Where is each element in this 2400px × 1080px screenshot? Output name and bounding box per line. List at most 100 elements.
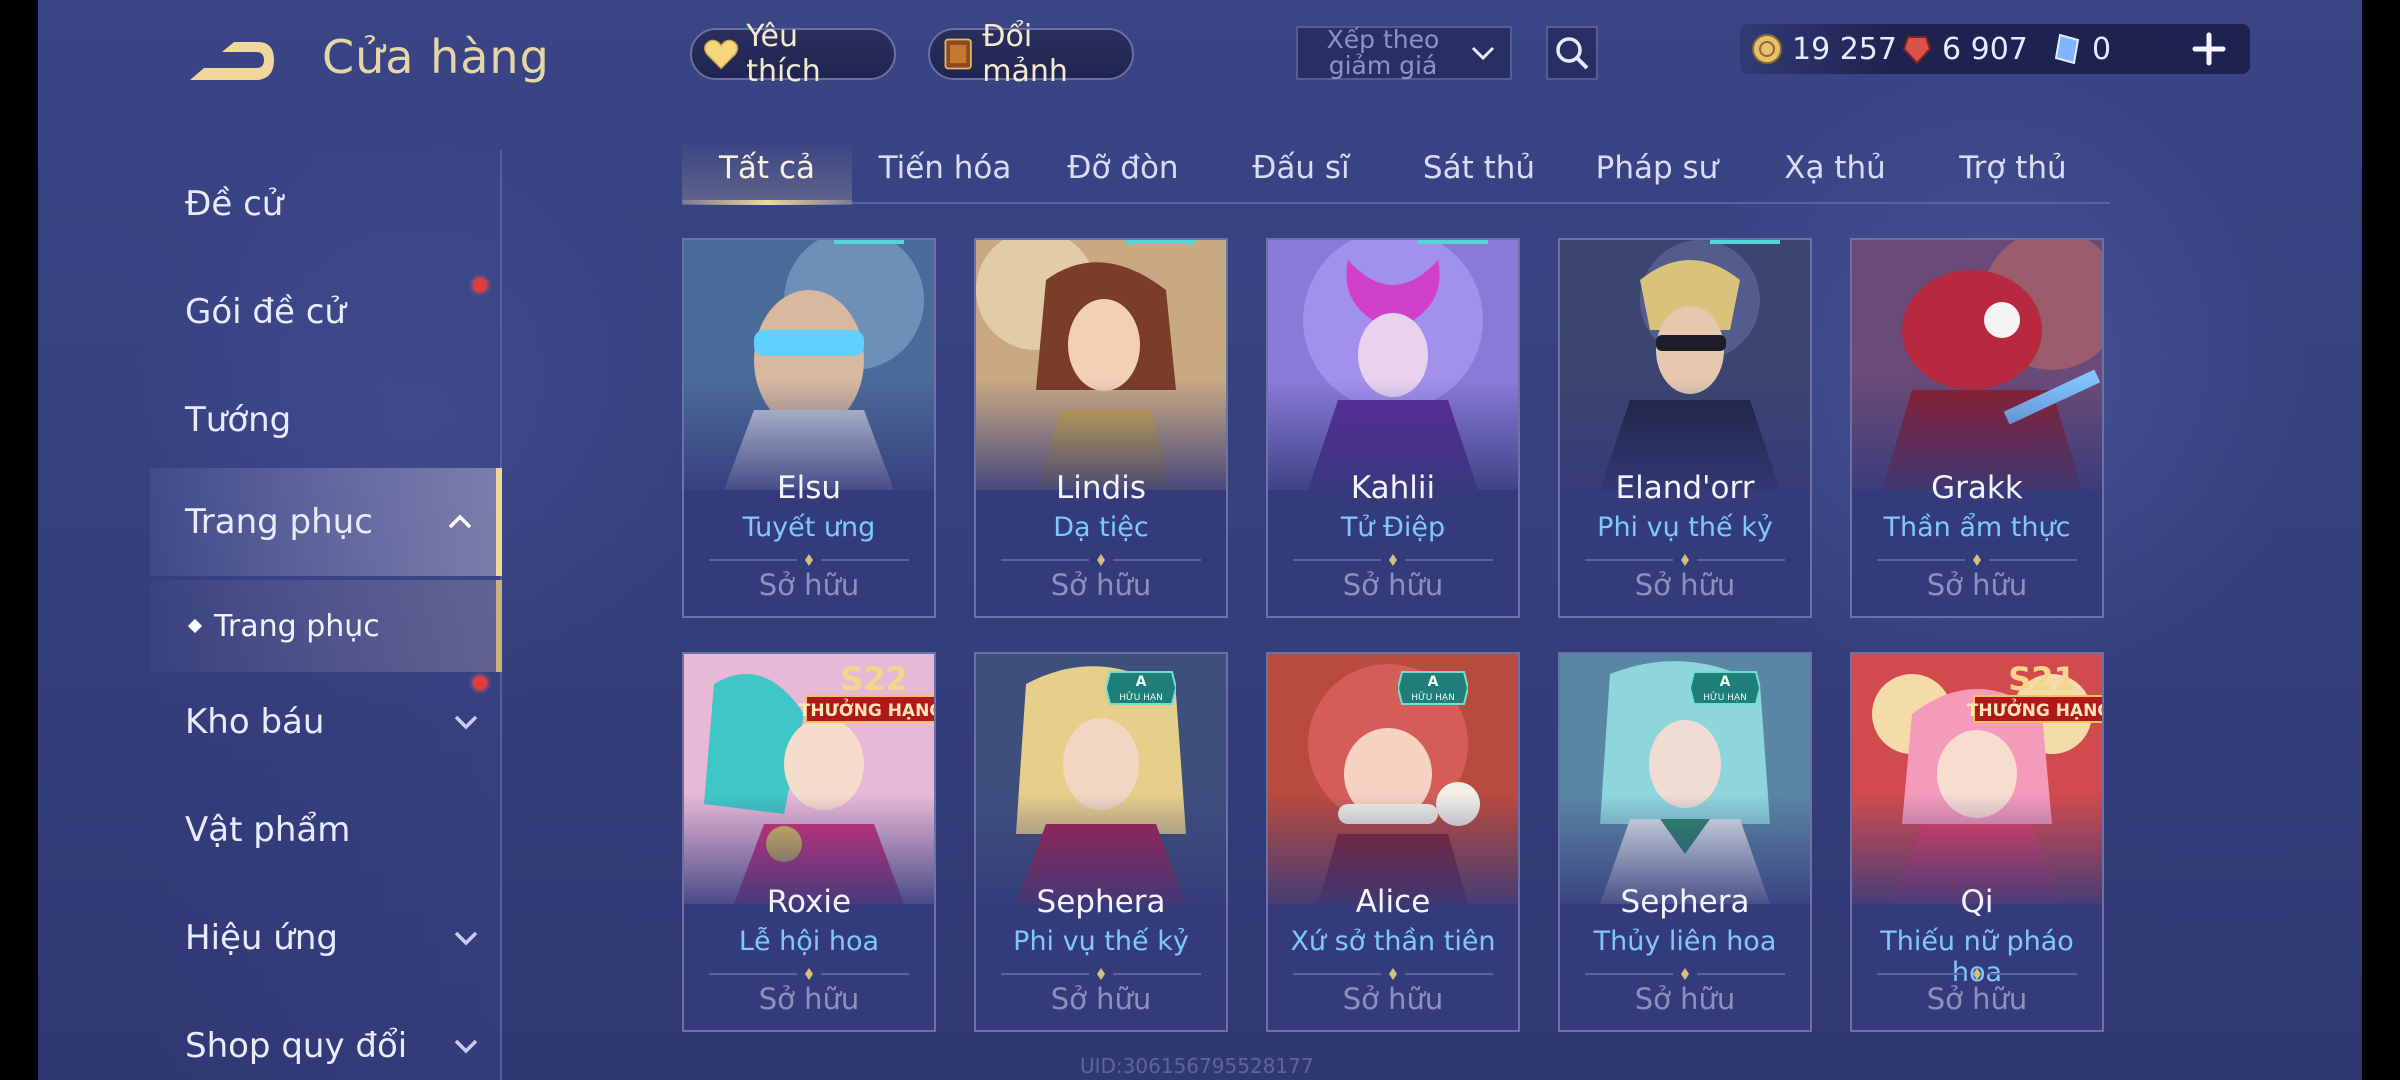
owned-status: Sở hữu xyxy=(1342,568,1444,602)
tab-support[interactable]: Trợ thủ xyxy=(1928,140,2098,202)
chevron-down-icon xyxy=(454,1039,478,1054)
hero-name: Lindis xyxy=(1056,470,1146,506)
limited-badge-sub: HỮU HẠN xyxy=(1119,691,1163,703)
tier-tag xyxy=(1418,240,1488,244)
hero-name: Sephera xyxy=(1036,884,1166,920)
uid-watermark: UID:306156795528177 xyxy=(1080,1054,1314,1078)
skin-card[interactable]: Eland'orr Phi vụ thế kỷ Sở hữu xyxy=(1558,238,1812,618)
tab-marksman[interactable]: Xạ thủ xyxy=(1750,140,1920,202)
skin-card[interactable]: Kahlii Tử Điệp Sở hữu xyxy=(1266,238,1520,618)
fragment-card-icon xyxy=(944,38,972,70)
limited-badge: A HỮU HẠN xyxy=(1398,671,1468,705)
heart-icon xyxy=(704,39,739,70)
sidebar-subitem-label: Trang phục xyxy=(214,608,380,644)
sidebar-item-label: Gói đề cử xyxy=(185,292,346,332)
owned-status: Sở hữu xyxy=(1342,982,1444,1016)
sidebar-item-heroes[interactable]: Tướng xyxy=(150,366,502,474)
season-badge-label: S21 xyxy=(2008,660,2076,698)
exchange-fragments-button[interactable]: Đổi mảnh xyxy=(928,19,1134,89)
add-currency-button[interactable] xyxy=(2190,30,2228,68)
skin-name: Thần ẩm thực xyxy=(1883,512,2071,543)
skin-grid: Elsu Tuyết ưng Sở hữu Lindis Dạ tiệc Sở … xyxy=(682,238,2110,1080)
tab-tank[interactable]: Đỡ đòn xyxy=(1038,140,1208,202)
skin-name: Lễ hội hoa xyxy=(738,926,880,957)
chevron-down-icon xyxy=(454,931,478,946)
skin-name: Tuyết ưng xyxy=(742,512,876,543)
skin-name: Phi vụ thế kỷ xyxy=(1013,926,1189,957)
limited-badge-label: A xyxy=(1428,674,1439,690)
favorite-button[interactable]: Yêu thích xyxy=(690,19,896,89)
ornament-divider xyxy=(1877,968,2077,980)
gold-coin-icon xyxy=(1752,34,1782,64)
tier-tag xyxy=(1126,240,1196,244)
voucher-gem-icon xyxy=(1902,36,1932,65)
sidebar-item-label: Vật phẩm xyxy=(185,810,351,850)
sidebar-item-exchange-shop[interactable]: Shop quy đổi xyxy=(150,992,502,1080)
limited-badge-sub: HỮU HẠN xyxy=(1411,691,1455,703)
tab-all[interactable]: Tất cả xyxy=(682,140,852,205)
chevron-down-icon xyxy=(1471,46,1495,61)
skin-card[interactable]: A HỮU HẠN Sephera Phi vụ thế kỷ Sở hữu xyxy=(974,652,1228,1032)
gold-balance: 19 257 xyxy=(1750,32,1897,67)
skin-card[interactable]: Lindis Dạ tiệc Sở hữu xyxy=(974,238,1228,618)
hero-name: Roxie xyxy=(766,884,852,920)
skin-card[interactable]: A HỮU HẠN Alice Xứ sở thần tiên Sở hữu xyxy=(1266,652,1520,1032)
exchange-label: Đổi mảnh xyxy=(982,19,1068,89)
season-badge-sub: THƯỞNG HẠNG xyxy=(799,697,936,721)
sidebar-item-label: Đề cử xyxy=(185,184,284,224)
sidebar-item-effects[interactable]: Hiệu ứng xyxy=(150,884,502,992)
season-rank-badge: S22 THƯỞNG HẠNG xyxy=(799,660,936,723)
limited-badge-sub: HỮU HẠN xyxy=(1703,691,1747,703)
sidebar-item-recommended[interactable]: Đề cử xyxy=(150,150,502,258)
skin-card[interactable]: S22 THƯỞNG HẠNG Roxie Lễ hội hoa Sở hữu xyxy=(682,652,936,1032)
tab-evolution[interactable]: Tiến hóa xyxy=(860,140,1030,202)
sort-label: Xếp theo giảm giá xyxy=(1326,25,1440,80)
crystal-balance: 0 xyxy=(2050,32,2111,67)
hero-name: Eland'orr xyxy=(1615,470,1755,506)
tab-fighter[interactable]: Đấu sĩ xyxy=(1216,140,1386,202)
limited-badge-label: A xyxy=(1720,674,1731,690)
back-button[interactable] xyxy=(186,36,276,86)
crystal-amount: 0 xyxy=(2092,31,2112,67)
chevron-up-icon xyxy=(448,514,472,529)
limited-badge: A HỮU HẠN xyxy=(1690,671,1760,705)
tier-tag xyxy=(1710,240,1780,244)
search-button[interactable] xyxy=(1546,26,1598,80)
skin-card[interactable]: A HỮU HẠN Sephera Thủy liên hoa Sở hữu xyxy=(1558,652,1812,1032)
skin-name: Thủy liên hoa xyxy=(1593,926,1777,957)
voucher-amount: 6 907 xyxy=(1942,31,2028,67)
hero-name: Elsu xyxy=(777,470,841,506)
owned-status: Sở hữu xyxy=(1634,568,1736,602)
season-rank-badge: S21 THƯỞNG HẠNG xyxy=(1967,660,2102,723)
screen-edge-right xyxy=(2362,0,2400,1080)
skin-name: Dạ tiệc xyxy=(1053,512,1149,543)
ornament-divider xyxy=(1877,554,2077,566)
page-title: Cửa hàng xyxy=(322,30,550,84)
skin-card[interactable]: Grakk Thần ẩm thực Sở hữu xyxy=(1850,238,2104,618)
sidebar-subitem-skins[interactable]: Trang phục xyxy=(150,580,502,672)
favorite-label: Yêu thích xyxy=(746,19,821,89)
hero-name: Qi xyxy=(1960,884,1994,920)
sidebar-item-treasure[interactable]: Kho báu xyxy=(150,668,502,776)
bullet-diamond-icon xyxy=(187,618,203,634)
limited-badge: A HỮU HẠN xyxy=(1106,671,1176,705)
skin-card[interactable]: S21 THƯỞNG HẠNG Qi Thiếu nữ pháo hoa Sở … xyxy=(1850,652,2104,1032)
sidebar-item-label: Trang phục xyxy=(185,502,373,542)
ornament-divider xyxy=(1585,554,1785,566)
screen-edge-left xyxy=(0,0,38,1080)
sort-dropdown[interactable]: Xếp theo giảm giá xyxy=(1296,26,1512,80)
hero-name: Grakk xyxy=(1931,470,2023,506)
tab-assassin[interactable]: Sát thủ xyxy=(1394,140,1564,202)
sidebar-item-skins[interactable]: Trang phục xyxy=(150,468,502,576)
sidebar-item-label: Kho báu xyxy=(185,702,325,742)
sidebar-item-items[interactable]: Vật phẩm xyxy=(150,776,502,884)
chevron-down-icon xyxy=(454,715,478,730)
owned-status: Sở hữu xyxy=(758,982,860,1016)
ornament-divider xyxy=(1001,554,1201,566)
sidebar-item-label: Hiệu ứng xyxy=(185,918,338,958)
notification-dot xyxy=(473,278,487,292)
skin-card[interactable]: Elsu Tuyết ưng Sở hữu xyxy=(682,238,936,618)
tab-mage[interactable]: Pháp sư xyxy=(1572,140,1742,202)
sidebar-item-recommended-packs[interactable]: Gói đề cử xyxy=(150,258,502,366)
ornament-divider xyxy=(1293,554,1493,566)
